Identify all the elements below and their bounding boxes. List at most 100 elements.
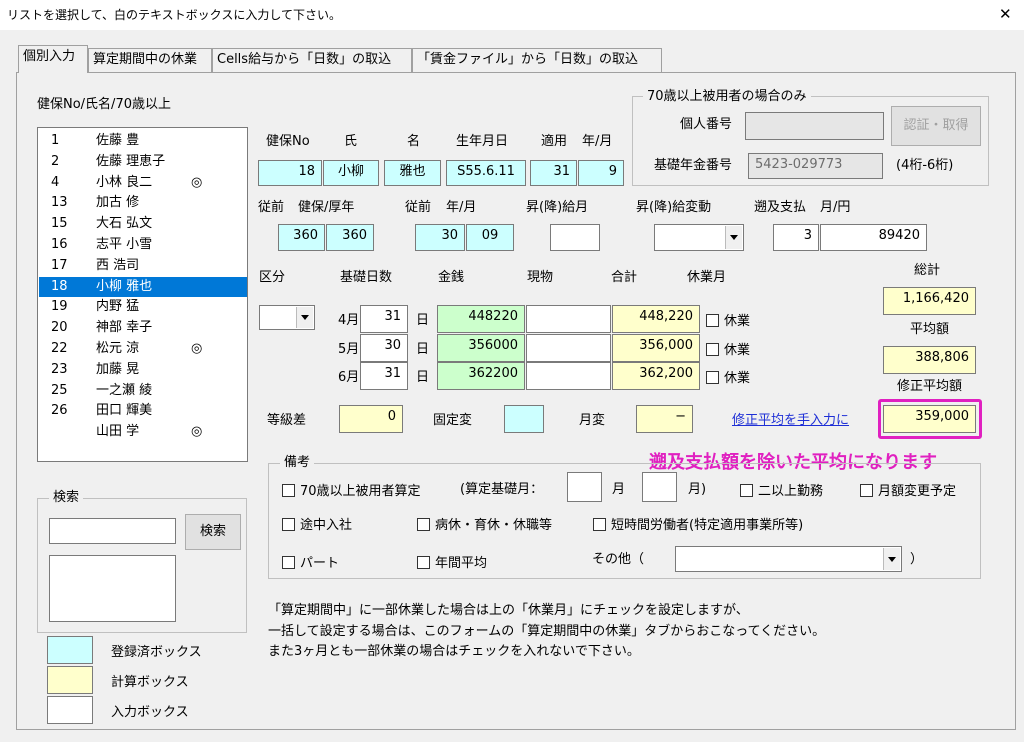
- kyugyo-checkbox-5[interactable]: [706, 343, 719, 356]
- tab-cells[interactable]: Cells給与から「日数」の取込: [212, 48, 412, 72]
- tanjikan-checkbox[interactable]: [593, 518, 606, 531]
- list-item[interactable]: 山田 学 ◎: [39, 422, 247, 443]
- first-name-field[interactable]: 雅也: [384, 160, 441, 186]
- genbutsu-field-4[interactable]: [526, 305, 611, 333]
- list-item[interactable]: 1 佐藤 豊: [39, 131, 247, 152]
- list-item[interactable]: 22 松元 涼 ◎: [39, 339, 247, 360]
- prev-kenpo-field[interactable]: 360: [278, 224, 325, 251]
- list-item[interactable]: 13 加古 修: [39, 193, 247, 214]
- nenkan-checkbox[interactable]: [417, 556, 430, 569]
- kyugyo-checkbox-6[interactable]: [706, 371, 719, 384]
- sokyu-month-field[interactable]: 3: [773, 224, 819, 251]
- label-shi: 氏: [344, 134, 358, 149]
- nijo-checkbox[interactable]: [740, 484, 753, 497]
- tochu-checkbox[interactable]: [282, 518, 295, 531]
- santei-month2-field[interactable]: [642, 472, 677, 502]
- kojin-label: 個人番号: [680, 117, 733, 132]
- search-button[interactable]: 検索: [185, 514, 241, 550]
- sokyu-amount-field[interactable]: 89420: [820, 224, 927, 251]
- list-item-mark: ◎: [191, 424, 203, 440]
- list-item-name: 志平 小雪: [96, 237, 153, 252]
- list-item-no: 23: [51, 361, 68, 377]
- tekiyo-year-field[interactable]: 31: [530, 160, 577, 186]
- byokyu-checkbox[interactable]: [417, 518, 430, 531]
- shusei-heikin-field[interactable]: 359,000: [883, 405, 976, 433]
- legend-label-calc: 計算ボックス: [111, 675, 189, 690]
- shokyu-hendo-select[interactable]: [654, 224, 744, 251]
- list-item[interactable]: 18 小柳 雅也: [39, 276, 247, 298]
- search-input[interactable]: [49, 518, 176, 544]
- list-item-no: 4: [51, 174, 60, 190]
- last-name-field[interactable]: 小柳: [323, 160, 379, 186]
- header-kiso-nissu: 基礎日数: [340, 270, 393, 285]
- tokyusa-label: 等級差: [267, 413, 307, 428]
- days-field-5[interactable]: 30: [360, 334, 408, 362]
- label-nengetsu2: 年/月: [446, 200, 477, 215]
- kiso-nenkin-field[interactable]: 5423-029773: [748, 153, 883, 179]
- legend-swatch-registered: [47, 636, 93, 664]
- list-item[interactable]: 20 神部 幸子: [39, 318, 247, 339]
- kinsen-field-4[interactable]: 448220: [437, 305, 525, 333]
- list-item[interactable]: 4 小林 良二 ◎: [39, 173, 247, 194]
- santei-month1-field[interactable]: [567, 472, 602, 502]
- list-item-name: 佐藤 豊: [96, 133, 140, 148]
- tsukihen-field[interactable]: −: [636, 405, 693, 433]
- kinsen-field-5[interactable]: 356000: [437, 334, 525, 362]
- kyugyo-checkbox-4[interactable]: [706, 314, 719, 327]
- label-juzen1: 従前: [258, 200, 285, 215]
- days-field-6[interactable]: 31: [360, 362, 408, 390]
- prev-year-field[interactable]: 30: [415, 224, 465, 251]
- gokei-field-6[interactable]: 362,200: [612, 362, 700, 390]
- legend-label-registered: 登録済ボックス: [111, 645, 202, 660]
- kojin-number-field[interactable]: [745, 112, 884, 140]
- list-item[interactable]: 26 田口 輝美: [39, 401, 247, 422]
- list-item[interactable]: 25 一之瀬 綾: [39, 381, 247, 402]
- row-month-6: 6月: [338, 370, 360, 385]
- employee-list[interactable]: 1 佐藤 豊 2 佐藤 理恵子 4 小林 良二 ◎ 13 加古 修 15 大石 弘文 16 志平 小雪 1…: [37, 127, 248, 462]
- heikin-field[interactable]: 388,806: [883, 346, 976, 374]
- gokei-field-5[interactable]: 356,000: [612, 334, 700, 362]
- chevron-down-icon[interactable]: [883, 548, 900, 570]
- list-item[interactable]: 23 加藤 晃: [39, 360, 247, 381]
- days-field-4[interactable]: 31: [360, 305, 408, 333]
- byokyu-label: 病休・育休・休職等: [435, 518, 553, 533]
- genbutsu-field-5[interactable]: [526, 334, 611, 362]
- kinsen-field-6[interactable]: 362200: [437, 362, 525, 390]
- tekiyo-month-field[interactable]: 9: [578, 160, 624, 186]
- chevron-down-icon[interactable]: [296, 307, 313, 328]
- kubun-select[interactable]: [259, 305, 315, 330]
- list-item-name: 一之瀬 綾: [96, 382, 153, 398]
- gokei-field-4[interactable]: 448,220: [612, 305, 700, 333]
- search-result[interactable]: [49, 555, 176, 622]
- kiso-hint: (4桁-6桁): [896, 158, 954, 173]
- list-item[interactable]: 2 佐藤 理恵子: [39, 152, 247, 173]
- kenpo-no-field[interactable]: 18: [258, 160, 322, 186]
- koteihen-field[interactable]: [504, 405, 544, 433]
- gakuhenko-checkbox[interactable]: [860, 484, 873, 497]
- list-item-no: 13: [51, 195, 68, 211]
- list-item-no: 2: [51, 153, 60, 169]
- sonota-select[interactable]: [675, 546, 902, 572]
- tab-kobetsu[interactable]: 個別入力: [18, 45, 88, 73]
- tab-chingin[interactable]: 「賃金ファイル」から「日数」の取込: [412, 48, 662, 72]
- manual-average-link[interactable]: 修正平均を手入力に: [732, 413, 849, 429]
- over70-checkbox[interactable]: [282, 484, 295, 497]
- prev-kosei-field[interactable]: 360: [326, 224, 374, 251]
- prev-month-field[interactable]: 09: [466, 224, 514, 251]
- birthdate-field[interactable]: S55.6.11: [446, 160, 526, 186]
- list-item[interactable]: 17 西 浩司: [39, 256, 247, 277]
- chevron-down-icon[interactable]: [725, 226, 742, 249]
- sokei-field[interactable]: 1,166,420: [883, 287, 976, 315]
- close-icon[interactable]: ✕: [999, 6, 1012, 22]
- genbutsu-field-6[interactable]: [526, 362, 611, 390]
- shokyu-month-field[interactable]: [550, 224, 600, 251]
- list-item-name: 西 浩司: [96, 257, 140, 273]
- auth-button[interactable]: 認証・取得: [891, 106, 981, 146]
- tab-kyugyo[interactable]: 算定期間中の休業: [88, 48, 212, 72]
- list-item[interactable]: 19 内野 猛: [39, 297, 247, 318]
- list-item[interactable]: 16 志平 小雪: [39, 235, 247, 256]
- tokyusa-field[interactable]: 0: [339, 405, 403, 433]
- list-item[interactable]: 15 大石 弘文: [39, 214, 247, 235]
- sonota-label: その他（: [592, 552, 645, 567]
- part-checkbox[interactable]: [282, 556, 295, 569]
